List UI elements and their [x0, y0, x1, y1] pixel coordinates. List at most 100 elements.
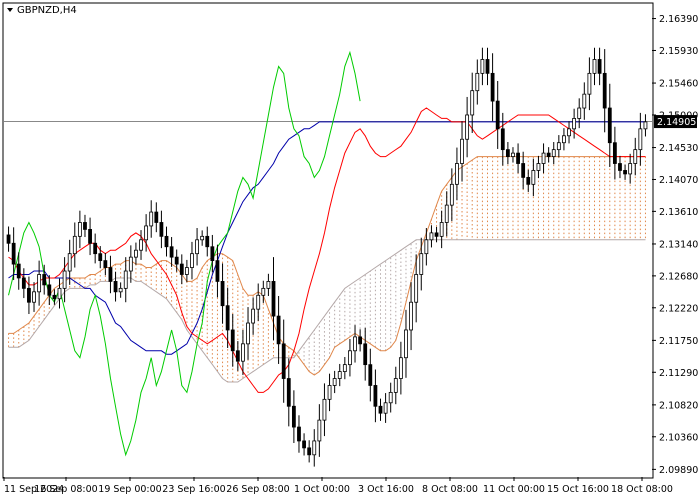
candle-bull: [638, 128, 643, 151]
candle-bull: [587, 72, 592, 95]
candle-bull: [577, 107, 582, 119]
candle-bear: [6, 234, 11, 244]
candle-bear: [98, 253, 103, 262]
x-tick-label: 19 Sep 00:00: [98, 484, 161, 495]
y-tick-label: 2.15930: [659, 46, 698, 57]
candle-bull: [37, 274, 42, 293]
candle-bull: [531, 170, 536, 185]
candle-bull: [256, 294, 261, 310]
x-axis: 11 Sep 202416 Sep 08:00 19 Sep 00:00 23 Se…: [3, 477, 673, 495]
candle-bull: [312, 440, 317, 456]
candle-bear: [495, 100, 500, 130]
candle-bull: [195, 239, 199, 255]
candle-bear: [179, 263, 184, 275]
candle-bull: [424, 239, 429, 255]
y-axis: 2.163902.159302.154602.150002.145302.140…: [652, 14, 698, 476]
candle-bear: [526, 176, 531, 185]
candle-bear: [154, 211, 159, 223]
candle-bear: [521, 163, 526, 178]
candle-bear: [516, 152, 520, 164]
candle-bull: [567, 128, 571, 137]
candle-bear: [623, 170, 627, 175]
y-tick-label: 2.16390: [659, 14, 698, 25]
candle-bear: [52, 294, 57, 300]
candle-bear: [307, 447, 312, 456]
candle-bull: [398, 357, 403, 379]
candle-bull: [190, 253, 194, 268]
candle-bull: [317, 419, 322, 442]
candle-bull: [551, 149, 556, 157]
candle-bear: [607, 107, 612, 144]
candle-bull: [628, 163, 633, 175]
y-tick-label: 2.12680: [659, 271, 698, 282]
candle-bull: [536, 163, 541, 171]
x-tick-label: 11 Oct 00:00: [483, 484, 545, 495]
candle-bear: [368, 364, 373, 386]
candle-bear: [546, 152, 551, 157]
candle-bear: [597, 59, 602, 74]
candle-bear: [358, 336, 363, 345]
candle-bull: [633, 149, 638, 164]
candle-bear: [612, 142, 617, 164]
candle-bull: [118, 287, 123, 293]
candle-bull: [200, 235, 205, 241]
candle-bull: [149, 211, 154, 227]
x-tick-label: 18 Oct 08:00: [611, 484, 673, 495]
candle-bull: [460, 138, 464, 164]
candle-bear: [93, 242, 98, 255]
candle-bear: [490, 72, 495, 102]
candle-bull: [32, 291, 36, 303]
candle-bear: [434, 232, 439, 237]
candle-bear: [500, 128, 505, 151]
candle-bull: [266, 281, 271, 289]
candle-bull: [643, 121, 648, 130]
candle-bear: [174, 256, 179, 265]
y-tick-label: 2.09890: [659, 465, 698, 476]
candle-bear: [281, 343, 286, 379]
candle-bull: [541, 152, 546, 164]
candle-bull: [144, 225, 149, 241]
candle-bull: [455, 163, 459, 185]
candle-bull: [128, 256, 133, 272]
y-tick-label: 2.14530: [659, 143, 698, 154]
candle-bear: [11, 242, 16, 265]
candle-bull: [251, 308, 256, 324]
y-tick-label: 2.10820: [659, 400, 698, 411]
x-tick-label: 26 Sep 08:00: [226, 484, 289, 495]
candle-bull: [348, 350, 352, 366]
chart-title-text: GBPNZD,H4: [17, 5, 77, 16]
candle-bear: [297, 426, 301, 442]
y-tick-label: 2.13610: [659, 207, 698, 218]
candle-bear: [169, 246, 174, 258]
candle-bear: [286, 378, 291, 407]
candle-bull: [439, 222, 444, 237]
candle-bull: [77, 222, 82, 237]
x-tick-label: 23 Sep 16:00: [162, 484, 225, 495]
candle-bull: [383, 402, 388, 414]
candle-bull: [449, 183, 454, 206]
candle-bull: [480, 59, 485, 74]
candle-bear: [205, 235, 210, 248]
candle-bull: [337, 371, 342, 379]
y-tick-label: 2.11750: [659, 336, 698, 347]
candle-bear: [618, 163, 622, 171]
candle-bear: [271, 281, 276, 317]
candle-bear: [164, 235, 169, 248]
candle-bear: [363, 343, 368, 366]
y-tick-label: 2.15460: [659, 79, 698, 90]
candle-bear: [42, 274, 47, 286]
candle-bull: [388, 391, 393, 404]
candle-bull: [475, 72, 480, 92]
candle-bear: [47, 284, 52, 296]
candle-bear: [505, 149, 510, 157]
candle-bull: [562, 135, 566, 144]
plot-border: [2, 2, 654, 479]
candle-bull: [261, 287, 266, 296]
candle-bear: [235, 350, 240, 362]
candle-bull: [57, 287, 62, 300]
candle-bull: [511, 152, 515, 157]
candle-bear: [215, 260, 220, 282]
current-price-label: 2.14905: [654, 115, 697, 129]
current-price-label-text: 2.14905: [657, 117, 696, 128]
x-tick-label: 3 Oct 16:00: [358, 484, 414, 495]
